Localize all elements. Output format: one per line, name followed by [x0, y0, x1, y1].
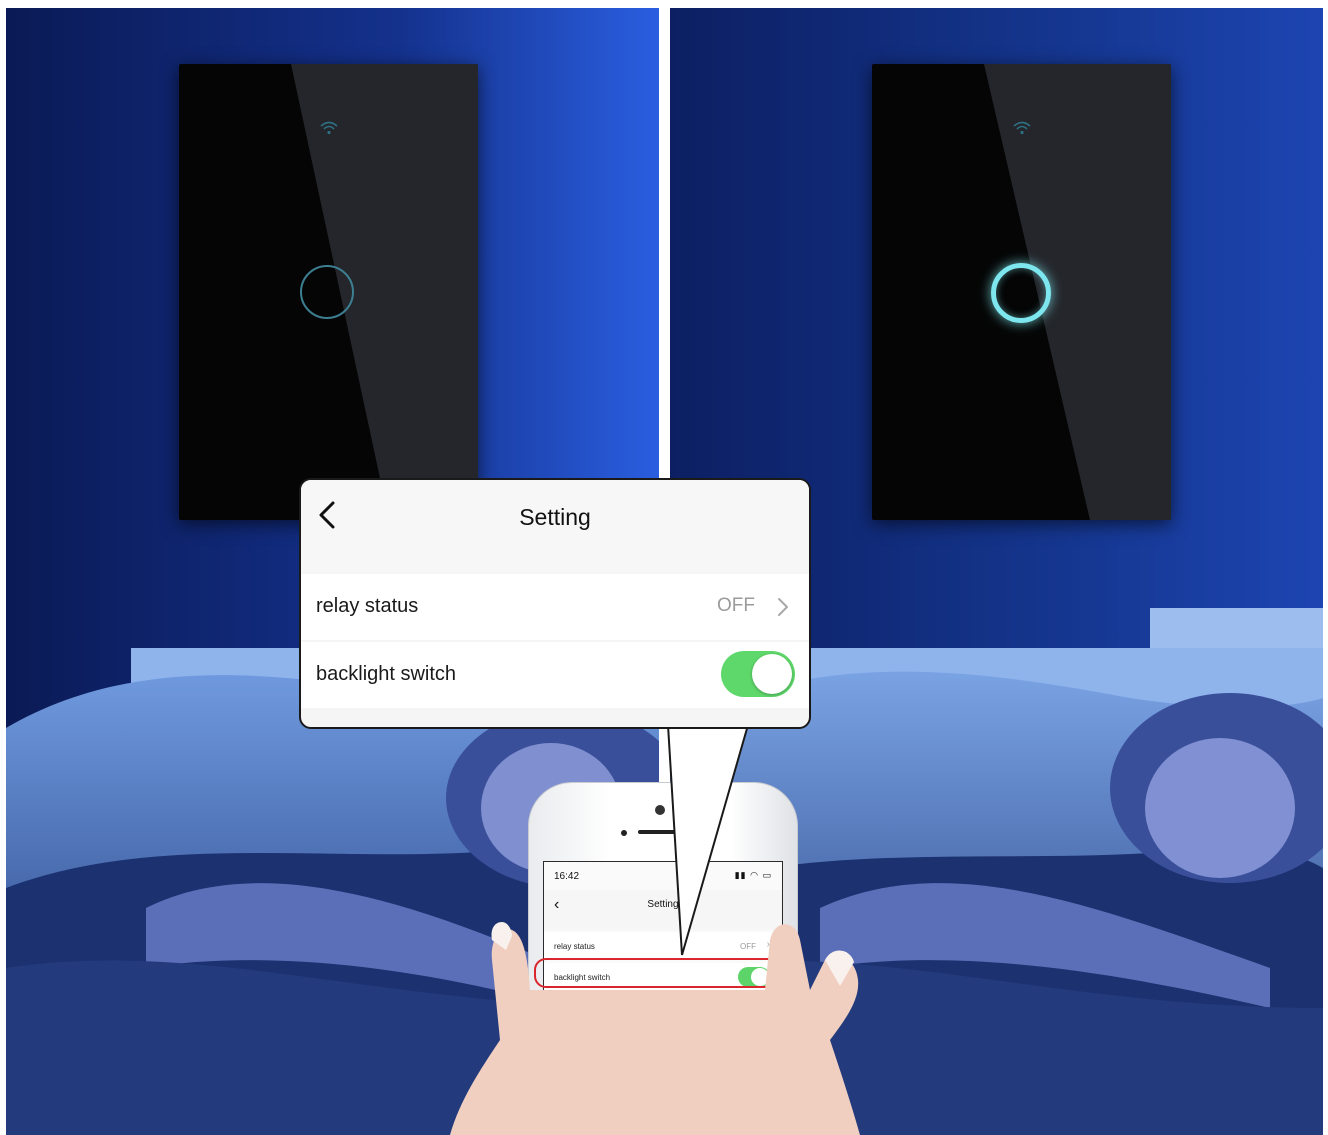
hand-holding-phone [450, 922, 860, 1135]
signal-wifi-battery-icon: ▮▮ ◠ ▭ [734, 870, 772, 880]
sensor-dot [621, 830, 627, 836]
backlight-switch-row: backlight switch [301, 642, 809, 708]
backlight-switch-label: backlight switch [316, 663, 457, 685]
product-scene: 16:42 ▮▮ ◠ ▭ ‹ Setting relay status OFF … [0, 0, 1328, 1135]
relay-status-row[interactable]: relay status OFF [301, 574, 809, 640]
speaker-grille [638, 830, 682, 834]
callout-title: Setting [519, 504, 591, 530]
status-bar: 16:42 ▮▮ ◠ ▭ [554, 868, 772, 884]
touch-button-ring-lit[interactable] [991, 263, 1051, 323]
touch-button-ring[interactable] [300, 265, 354, 319]
relay-status-label: relay status [316, 595, 419, 617]
wifi-icon [1013, 121, 1031, 135]
callout-header: Setting [301, 480, 809, 572]
settings-callout: Setting relay status OFF backlight switc… [299, 478, 811, 729]
backlight-toggle[interactable] [721, 651, 795, 697]
status-time: 16:42 [554, 871, 580, 882]
relay-status-value: OFF [717, 595, 755, 616]
touch-switch-plate [872, 64, 1171, 520]
toggle-knob [752, 654, 792, 694]
camera-icon [655, 805, 665, 815]
touch-switch-plate [179, 64, 478, 520]
wifi-icon [320, 121, 338, 135]
chevron-right-icon [778, 598, 788, 616]
